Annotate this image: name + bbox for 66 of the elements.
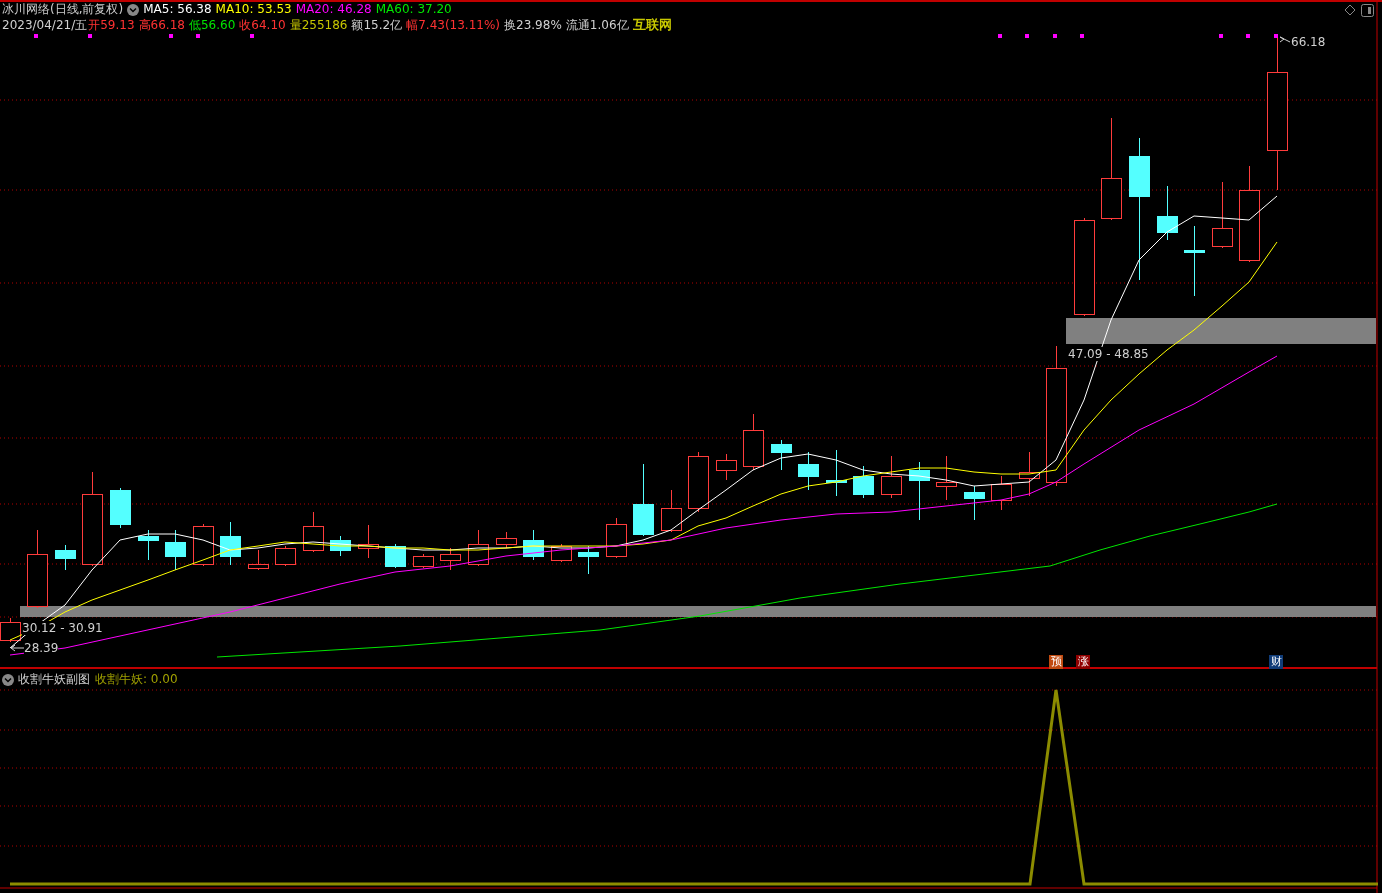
candlestick (220, 521, 241, 566)
candlestick (358, 524, 379, 559)
quote-value: 量255186 (289, 18, 348, 32)
candlestick (661, 489, 682, 533)
candlestick (771, 439, 792, 471)
quote-value: 收64.10 (239, 18, 286, 32)
stock-title: 冰川网络(日线,前复权) (2, 2, 124, 16)
event-tag: 财 (1269, 655, 1283, 669)
candlestick (523, 529, 544, 561)
candlestick (248, 549, 269, 571)
candlestick (606, 517, 627, 559)
candlestick (165, 529, 186, 571)
price-label: 30.12 - 30.91 (22, 621, 103, 635)
panel-toggle-icon[interactable] (1361, 4, 1374, 17)
candlestick (798, 451, 819, 491)
event-tag: 预 (1049, 655, 1063, 669)
candlestick (275, 545, 296, 567)
date-text: 2023/04/21/五 (2, 18, 88, 32)
moving-average-value: MA10: 53.53 (215, 2, 292, 16)
candlestick (688, 451, 709, 513)
candlestick (881, 455, 902, 499)
quote-value: 低56.60 (188, 18, 236, 32)
candlestick (413, 553, 434, 569)
quote-value: 额15.2亿 (351, 18, 403, 32)
candlestick (964, 485, 985, 521)
candlestick (991, 475, 1012, 511)
quote-value: 互联网 (632, 17, 672, 32)
quote-value: 高66.18 (138, 18, 185, 32)
candlestick (193, 523, 214, 567)
candlestick (1157, 185, 1178, 241)
moving-average-value: MA60: 37.20 (375, 2, 452, 16)
candlestick (468, 529, 489, 567)
candlestick (330, 535, 351, 557)
diamond-icon[interactable] (1344, 4, 1356, 16)
candlestick (936, 455, 957, 501)
event-tag: 涨 (1076, 655, 1090, 669)
quote-value: 流通1.06亿 (565, 18, 629, 32)
subchart-title: 收割牛妖副图 (18, 672, 90, 686)
price-label: 66.18 (1291, 35, 1326, 49)
candlestick (110, 487, 131, 529)
candlestick (909, 461, 930, 521)
quote-value: 幅7.43(13.11%) (406, 18, 501, 32)
candlestick (853, 465, 874, 499)
candlestick (1019, 451, 1040, 497)
candlestick (138, 529, 159, 561)
moving-average-value: MA5: 56.38 (143, 2, 212, 16)
candlestick (743, 413, 764, 471)
candlestick (496, 531, 517, 549)
price-label: 28.39 (24, 641, 59, 655)
indicator-value: 收割牛妖: 0.00 (95, 672, 178, 686)
candlestick (826, 449, 847, 497)
candlestick (385, 543, 406, 569)
quote-value: 开59.13 (88, 18, 135, 32)
leader-line (10, 644, 25, 652)
moving-average-value: MA20: 46.28 (295, 2, 372, 16)
leader-line (1279, 36, 1291, 43)
candlestick (303, 511, 324, 553)
dropdown-icon[interactable] (2, 673, 14, 686)
candlestick (716, 453, 737, 481)
candlestick (55, 544, 76, 571)
quote-value: 换23.98% (504, 18, 562, 32)
candlestick (440, 547, 461, 571)
price-label: 47.09 - 48.85 (1068, 347, 1149, 361)
candlestick (1212, 181, 1233, 249)
candlestick (1184, 225, 1205, 297)
dropdown-icon[interactable] (127, 3, 140, 16)
